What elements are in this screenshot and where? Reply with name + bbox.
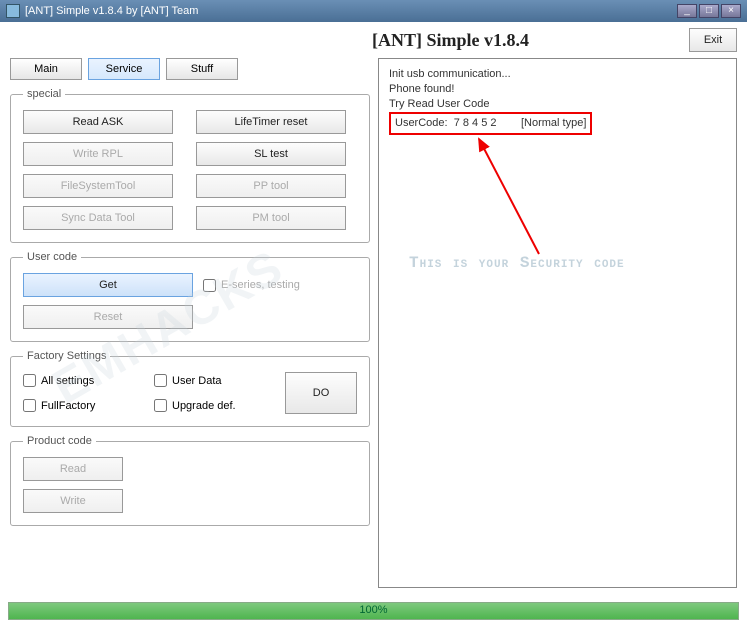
reset-button[interactable]: Reset — [23, 305, 193, 329]
sync-data-tool-button[interactable]: Sync Data Tool — [23, 206, 173, 230]
product-code-legend: Product code — [23, 435, 96, 447]
full-factory-checkbox[interactable] — [23, 399, 36, 412]
log-panel: Init usb communication... Phone found! T… — [378, 58, 737, 588]
annotation-arrow-icon — [469, 134, 559, 264]
app-title: [ANT] Simple v1.8.4 — [372, 30, 529, 51]
pm-tool-button[interactable]: PM tool — [196, 206, 346, 230]
all-settings-checkbox[interactable] — [23, 374, 36, 387]
window-title: [ANT] Simple v1.8.4 by [ANT] Team — [25, 5, 675, 17]
all-settings-row[interactable]: All settings — [23, 374, 144, 387]
log-line-1: Init usb communication... — [389, 67, 726, 82]
eseries-checkbox-row[interactable]: E-series, testing — [203, 279, 300, 292]
factory-legend: Factory Settings — [23, 350, 110, 362]
tab-stuff[interactable]: Stuff — [166, 58, 238, 80]
tab-strip: Main Service Stuff — [10, 58, 370, 80]
upgrade-def-row[interactable]: Upgrade def. — [154, 399, 275, 412]
log-line-3: Try Read User Code — [389, 97, 726, 112]
tab-main[interactable]: Main — [10, 58, 82, 80]
product-write-button[interactable]: Write — [23, 489, 123, 513]
pp-tool-button[interactable]: PP tool — [196, 174, 346, 198]
progress-text: 100% — [359, 604, 387, 616]
usercode-highlight: UserCode: 7 8 4 5 2 [Normal type] — [389, 112, 592, 135]
log-line-2: Phone found! — [389, 82, 726, 97]
full-factory-row[interactable]: FullFactory — [23, 399, 144, 412]
usercode-label: UserCode: — [395, 117, 448, 129]
upgrade-def-checkbox[interactable] — [154, 399, 167, 412]
read-ask-button[interactable]: Read ASK — [23, 110, 173, 134]
left-panel: Main Service Stuff special Read ASK Life… — [10, 58, 370, 588]
product-read-button[interactable]: Read — [23, 457, 123, 481]
eseries-checkbox[interactable] — [203, 279, 216, 292]
app-icon — [6, 4, 20, 18]
filesystemtool-button[interactable]: FileSystemTool — [23, 174, 173, 198]
lifetimer-reset-button[interactable]: LifeTimer reset — [196, 110, 346, 134]
close-button[interactable]: × — [721, 4, 741, 18]
user-data-label: User Data — [172, 375, 222, 387]
factory-group: Factory Settings All settings User Data … — [10, 350, 370, 427]
product-code-group: Product code Read Write — [10, 435, 370, 526]
all-settings-label: All settings — [41, 375, 94, 387]
usercode-type: [Normal type] — [521, 117, 586, 129]
tab-service[interactable]: Service — [88, 58, 160, 80]
upgrade-def-label: Upgrade def. — [172, 400, 236, 412]
title-bar: [ANT] Simple v1.8.4 by [ANT] Team _ □ × — [0, 0, 747, 22]
user-data-row[interactable]: User Data — [154, 374, 275, 387]
usercode-legend: User code — [23, 251, 81, 263]
user-data-checkbox[interactable] — [154, 374, 167, 387]
eseries-label: E-series, testing — [221, 279, 300, 291]
usercode-value: 7 8 4 5 2 — [454, 117, 497, 129]
annotation-text: This is your Security code — [409, 254, 625, 272]
progress-fill: 100% — [9, 603, 738, 619]
write-rpl-button[interactable]: Write RPL — [23, 142, 173, 166]
progress-bar: 100% — [8, 602, 739, 620]
maximize-button[interactable]: □ — [699, 4, 719, 18]
special-group: special Read ASK LifeTimer reset Write R… — [10, 88, 370, 243]
get-button[interactable]: Get — [23, 273, 193, 297]
usercode-group: User code Get E-series, testing Reset — [10, 251, 370, 342]
log-text: Init usb communication... Phone found! T… — [389, 67, 726, 135]
sl-test-button[interactable]: SL test — [196, 142, 346, 166]
exit-button[interactable]: Exit — [689, 28, 737, 52]
do-button[interactable]: DO — [285, 372, 357, 414]
special-legend: special — [23, 88, 65, 100]
minimize-button[interactable]: _ — [677, 4, 697, 18]
full-factory-label: FullFactory — [41, 400, 95, 412]
